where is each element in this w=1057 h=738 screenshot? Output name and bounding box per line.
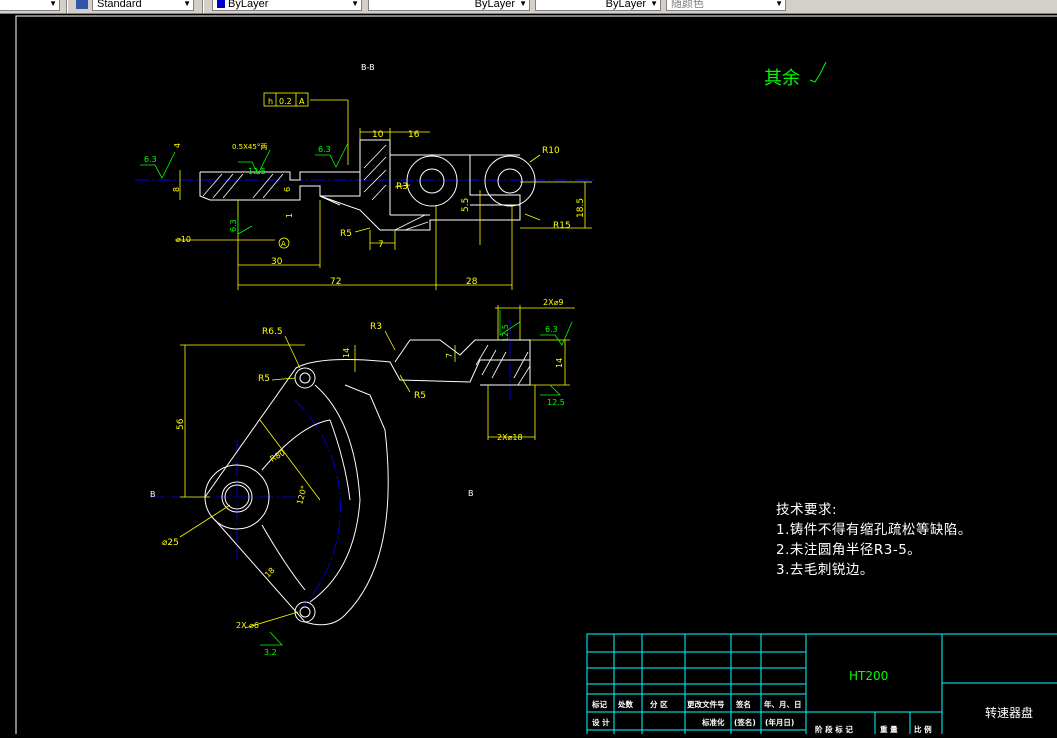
- dim-6: 6: [283, 187, 292, 192]
- dim-30: 30: [271, 257, 283, 267]
- tb-date-placeholder: (年月日): [765, 717, 794, 727]
- drawing-canvas[interactable]: h 0.2 A A B-B 10 16 R10 R3 R5 R15 7 30 7…: [0, 14, 1057, 738]
- datum-a: A: [281, 240, 286, 248]
- dim-r10: R10: [542, 146, 560, 156]
- dim-7-b: 7: [445, 353, 454, 358]
- tech-item-3: 3.去毛刺锐边。: [776, 562, 874, 578]
- plot-style-value: 随颜色: [671, 0, 704, 10]
- drawing-frame: [15, 15, 1057, 738]
- tb-header-zone: 分 区: [650, 699, 668, 709]
- tol-datum: A: [299, 97, 305, 106]
- tb-part-name: 转速器盘: [985, 705, 1033, 720]
- dim-5-5: 5.5: [461, 198, 471, 212]
- toolbar-separator: [202, 0, 204, 13]
- dim-hole: ⌀10: [176, 235, 191, 244]
- tb-header-sign: 签名: [735, 699, 751, 709]
- section-b-right: B: [468, 489, 474, 498]
- dim-r3-b: R3: [370, 322, 382, 332]
- lineweight-combo[interactable]: ByLayer ▼: [535, 0, 661, 11]
- dim-2x-d6: 2X ⌀6: [236, 621, 259, 630]
- dim-r80: R80: [269, 448, 287, 464]
- layer-combo[interactable]: ByLayer ▼: [212, 0, 362, 11]
- rough-6-3-c: 6.3: [229, 219, 238, 232]
- dim-28: 28: [466, 277, 478, 287]
- dim-r5: R5: [340, 229, 352, 239]
- dim-18-5: 18.5: [576, 198, 586, 218]
- plot-style-combo[interactable]: 随颜色 ▼: [666, 0, 786, 11]
- tb-header-mark: 标记: [591, 699, 607, 709]
- previous-combo[interactable]: ▼: [0, 0, 60, 11]
- tb-header-count: 处数: [617, 699, 633, 709]
- dim-7: 7: [378, 240, 384, 250]
- tb-stage-mark: 阶 段 标 记: [815, 724, 853, 734]
- dim-r6-5: R6.5: [262, 327, 283, 337]
- tb-weight: 重 量: [880, 724, 898, 734]
- dim-r3: R3: [396, 182, 408, 192]
- lineweight-value: ByLayer: [605, 0, 646, 10]
- rough-3-2: 3.2: [264, 648, 277, 657]
- rough-6-3-d: 6.3: [545, 325, 558, 334]
- dim-120deg: 120°: [295, 485, 309, 506]
- dim-r5-b: R5: [414, 391, 426, 401]
- tb-material: HT200: [849, 669, 888, 683]
- bottom-plan-view: R6.5 R3 R5 R5 ⌀25 2X ⌀6 2X⌀9 2X⌀18 56 14…: [150, 298, 575, 657]
- dim-r15: R15: [553, 221, 571, 231]
- dim-2x-d9: 2X⌀9: [543, 298, 563, 307]
- linetype-value: ByLayer: [474, 0, 515, 10]
- rough-12-5-b: 12.5: [501, 324, 510, 342]
- linetype-combo[interactable]: ByLayer ▼: [368, 0, 530, 11]
- tech-item-1: 1.铸件不得有缩孔疏松等缺陷。: [776, 522, 972, 538]
- tol-value: 0.2: [279, 97, 292, 106]
- rough-12-5-a: 12.5: [248, 167, 266, 176]
- tb-design: 设 计: [592, 717, 610, 727]
- technical-requirements: 技术要求: 1.铸件不得有缩孔疏松等缺陷。 2.未注圆角半径R3-5。 3.去毛…: [776, 500, 972, 580]
- dim-72: 72: [330, 277, 341, 287]
- dim-14-a: 14: [342, 348, 351, 358]
- rough-12-5-c: 12.5: [547, 398, 565, 407]
- dim-56: 56: [176, 418, 186, 430]
- rough-6-3-b: 6.3: [318, 145, 331, 154]
- tol-symbol: h: [268, 97, 273, 106]
- dim-10: 10: [372, 130, 384, 140]
- color-swatch-icon: [217, 0, 225, 9]
- top-section-view: h 0.2 A A B-B 10 16 R10 R3 R5 R15 7 30 7…: [135, 63, 595, 290]
- tb-header-date: 年、月、日: [764, 699, 802, 709]
- tb-standard: 标准化: [701, 717, 725, 727]
- text-style-icon[interactable]: [76, 0, 88, 9]
- layer-value: ByLayer: [228, 0, 269, 10]
- dim-2x-d18: 2X⌀18: [497, 433, 523, 442]
- section-label: B-B: [361, 63, 375, 72]
- roughness-symbol-icon: [809, 61, 827, 83]
- tech-item-2: 2.未注圆角半径R3-5。: [776, 542, 922, 558]
- tb-signature: (签名): [734, 717, 756, 727]
- rough-6-3-a: 6.3: [144, 155, 157, 164]
- dim-14-b: 14: [555, 358, 564, 368]
- dim-r5-a: R5: [258, 374, 270, 384]
- dim-8: 8: [172, 187, 181, 192]
- properties-toolbar: ▼ Standard ▼ ByLayer ▼ ByLayer ▼ ByLayer ▼ 随…: [0, 0, 1057, 14]
- text-style-combo[interactable]: Standard ▼: [92, 0, 194, 11]
- dim-d25: ⌀25: [162, 538, 179, 548]
- text-style-value: Standard: [97, 0, 142, 10]
- dim-chamfer: 0.5X45°两: [232, 143, 267, 151]
- surface-finish-note: 其余: [764, 68, 800, 89]
- dim-4: 4: [173, 143, 182, 148]
- tb-scale: 比 例: [914, 724, 932, 734]
- drawing-svg: h 0.2 A A B-B 10 16 R10 R3 R5 R15 7 30 7…: [15, 15, 1057, 738]
- section-b-left: B: [150, 490, 156, 499]
- tb-header-docno: 更改文件号: [687, 699, 725, 709]
- dim-16: 16: [408, 130, 420, 140]
- toolbar-separator: [66, 0, 68, 13]
- dim-1: 1: [285, 213, 294, 218]
- tech-title: 技术要求:: [776, 502, 838, 518]
